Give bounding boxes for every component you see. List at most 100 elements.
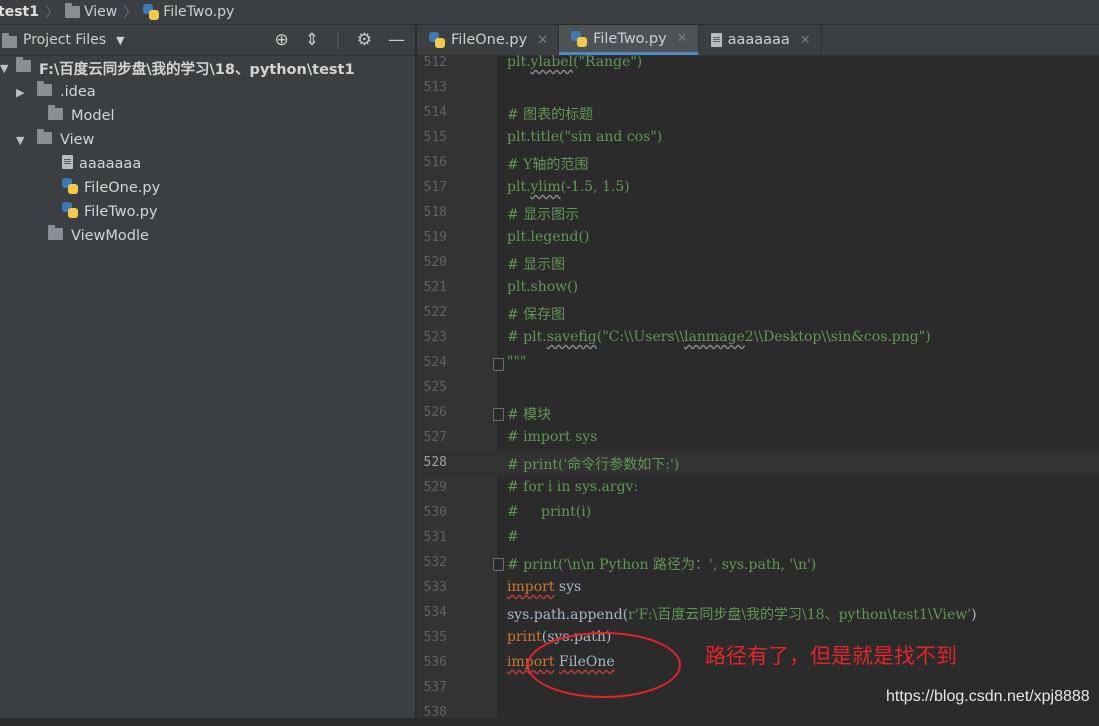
close-icon[interactable]: ✕ (800, 33, 811, 48)
annotation-text: 路径有了，但是就是找不到 (705, 644, 957, 668)
line-number: 516 (423, 155, 447, 170)
tree-item[interactable]: ▶ .idea (0, 80, 415, 104)
breadcrumb-separator: 〉 (44, 5, 59, 21)
navigation-bar: test1 〉 View 〉 FileTwo.py (0, 0, 1099, 25)
code-text: import sys (507, 579, 582, 595)
tree-item-label: View (60, 132, 95, 148)
code-text: sys.path.append(r'F:\百度云同步盘\我的学习\18、pyth… (507, 607, 977, 623)
code-line: 512 plt.ylabel("Range") (417, 51, 1099, 76)
line-number: 528 (423, 455, 447, 470)
tree-item[interactable]: FileTwo.py (0, 200, 415, 224)
line-number: 535 (423, 630, 447, 645)
locate-target-icon[interactable]: ⊕ (275, 30, 289, 50)
code-text: plt.legend() (507, 229, 590, 245)
code-text: # import sys (507, 429, 598, 445)
python-file-icon (429, 32, 445, 48)
fold-marker-icon[interactable] (493, 558, 504, 571)
gear-icon[interactable]: ⚙ (357, 30, 372, 50)
code-line: 517 plt.ylim(-1.5, 1.5) (417, 176, 1099, 201)
folder-icon (64, 3, 80, 18)
line-number: 522 (423, 305, 447, 320)
code-line: 519 plt.legend() (417, 226, 1099, 251)
close-icon[interactable]: ✕ (677, 31, 688, 46)
breadcrumb-project[interactable]: test1 (0, 4, 39, 20)
tree-item[interactable]: FileOne.py (0, 176, 415, 200)
folder-icon (2, 32, 17, 48)
code-text: # print('\n\n Python 路径为：', sys.path, '\… (507, 557, 817, 573)
tree-item-label: Model (71, 108, 115, 124)
code-line: 526 # 模块 (417, 401, 1099, 426)
line-number: 532 (423, 555, 447, 570)
tree-item-label: aaaaaaa (79, 156, 142, 172)
code-line: 525 (417, 376, 1099, 401)
tree-item[interactable]: ▼ F:\百度云同步盘\我的学习\18、python\test1 (0, 56, 415, 80)
line-number: 530 (423, 505, 447, 520)
folder-icon (48, 225, 63, 240)
line-number: 526 (423, 405, 447, 420)
line-number: 518 (423, 205, 447, 220)
code-line: 533 import sys (417, 576, 1099, 601)
folder-icon (48, 105, 63, 120)
project-panel-header: Project Files ▼ ⊕ ⇕ | ⚙ — (0, 25, 415, 56)
watermark: https://blog.csdn.net/xpj8888 (886, 688, 1090, 705)
tree-item[interactable]: ▼ View (0, 128, 415, 152)
code-text: # 显示图示 (507, 207, 580, 223)
code-line: 524 """ (417, 351, 1099, 376)
expand-arrow-icon[interactable]: ▼ (16, 134, 28, 147)
expand-arrow-icon[interactable]: ▼ (0, 62, 12, 75)
line-number: 531 (423, 530, 447, 545)
line-number: 527 (423, 430, 447, 445)
code-text: plt.ylabel("Range") (507, 54, 643, 70)
chevron-down-icon: ▼ (116, 33, 125, 47)
line-number: 537 (423, 680, 447, 695)
fold-marker-icon[interactable] (493, 358, 504, 371)
collapse-all-icon[interactable]: ⇕ (305, 30, 319, 50)
code-line: 514 # 图表的标题 (417, 101, 1099, 126)
breadcrumb-file[interactable]: FileTwo.py (143, 4, 234, 20)
annotation-ellipse (527, 632, 681, 698)
tree-item[interactable]: aaaaaaa (0, 152, 415, 176)
code-text: # (507, 529, 519, 545)
line-number: 523 (423, 330, 447, 345)
code-line: 531 # (417, 526, 1099, 551)
code-line: 522 # 保存图 (417, 301, 1099, 326)
code-text: """ (507, 354, 527, 370)
collapse-arrow-icon[interactable]: ▶ (16, 86, 28, 99)
code-line: 529 # for i in sys.argv: (417, 476, 1099, 501)
tree-item[interactable]: Model (0, 104, 415, 128)
line-number: 525 (423, 380, 447, 395)
line-number: 515 (423, 130, 447, 145)
code-line: 520 # 显示图 (417, 251, 1099, 276)
code-text: # 模块 (507, 407, 552, 423)
code-text: plt.ylim(-1.5, 1.5) (507, 179, 630, 195)
code-line: 523 # plt.savefig("C:\\Users\\lanmage2\\D… (417, 326, 1099, 351)
code-editor[interactable]: 512 plt.ylabel("Range") 513 514 # 图表的标题 515 pl… (417, 54, 1099, 720)
tree-item-label: FileOne.py (84, 180, 161, 196)
line-number: 529 (423, 480, 447, 495)
code-line: 518 # 显示图示 (417, 201, 1099, 226)
code-text: # 显示图 (507, 257, 566, 273)
tree-item-label: ViewModle (71, 228, 149, 244)
fold-marker-icon[interactable] (493, 408, 504, 421)
python-file-icon (143, 4, 160, 20)
line-number: 519 (423, 230, 447, 245)
tree-item[interactable]: ViewModle (0, 224, 415, 248)
text-file-icon (62, 155, 73, 169)
tab-label: FileOne.py (451, 32, 528, 48)
tab-label: aaaaaaa (727, 32, 790, 48)
code-text: # print(i) (507, 504, 592, 520)
close-icon[interactable]: ✕ (537, 33, 548, 48)
folder-icon (37, 129, 52, 144)
code-text: plt.title("sin and cos") (507, 129, 663, 145)
python-file-icon (62, 202, 78, 218)
project-panel: Project Files ▼ ⊕ ⇕ | ⚙ — ▼ F:\百度云同步盘\我的学… (0, 25, 415, 718)
line-number: 512 (423, 55, 447, 70)
project-tree: ▼ F:\百度云同步盘\我的学习\18、python\test1 ▶ .idea Mod… (0, 56, 415, 248)
project-view-selector[interactable]: Project Files ▼ (0, 32, 125, 48)
code-text: # 图表的标题 (507, 107, 594, 123)
hide-panel-icon[interactable]: — (388, 30, 405, 50)
breadcrumb-folder[interactable]: View (64, 3, 117, 20)
code-text: # plt.savefig("C:\\Users\\lanmage2\\Desk… (507, 329, 931, 345)
line-number: 514 (423, 105, 447, 120)
tree-item-label: .idea (60, 84, 96, 100)
